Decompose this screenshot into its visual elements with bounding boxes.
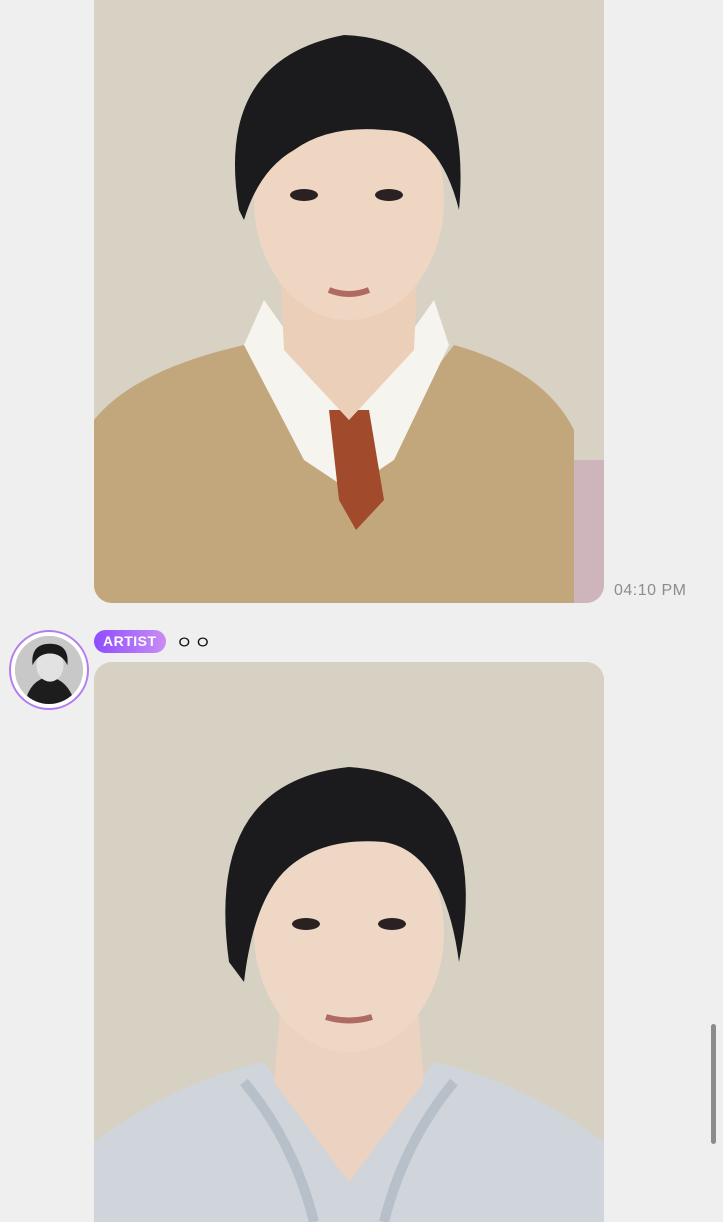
- message-timestamp: 04:10 PM: [614, 582, 687, 599]
- scroll-thumb[interactable]: [711, 1024, 716, 1144]
- sender-name: ㅇㅇ: [176, 633, 214, 653]
- photo-illustration: [94, 0, 604, 603]
- artist-avatar[interactable]: [9, 630, 89, 710]
- photo-illustration: [94, 662, 604, 1222]
- message-photo[interactable]: [94, 662, 604, 1222]
- artist-badge: ARTIST: [94, 630, 166, 653]
- avatar-icon: [15, 636, 83, 704]
- avatar-image: [15, 636, 83, 704]
- message-photo[interactable]: [94, 0, 604, 603]
